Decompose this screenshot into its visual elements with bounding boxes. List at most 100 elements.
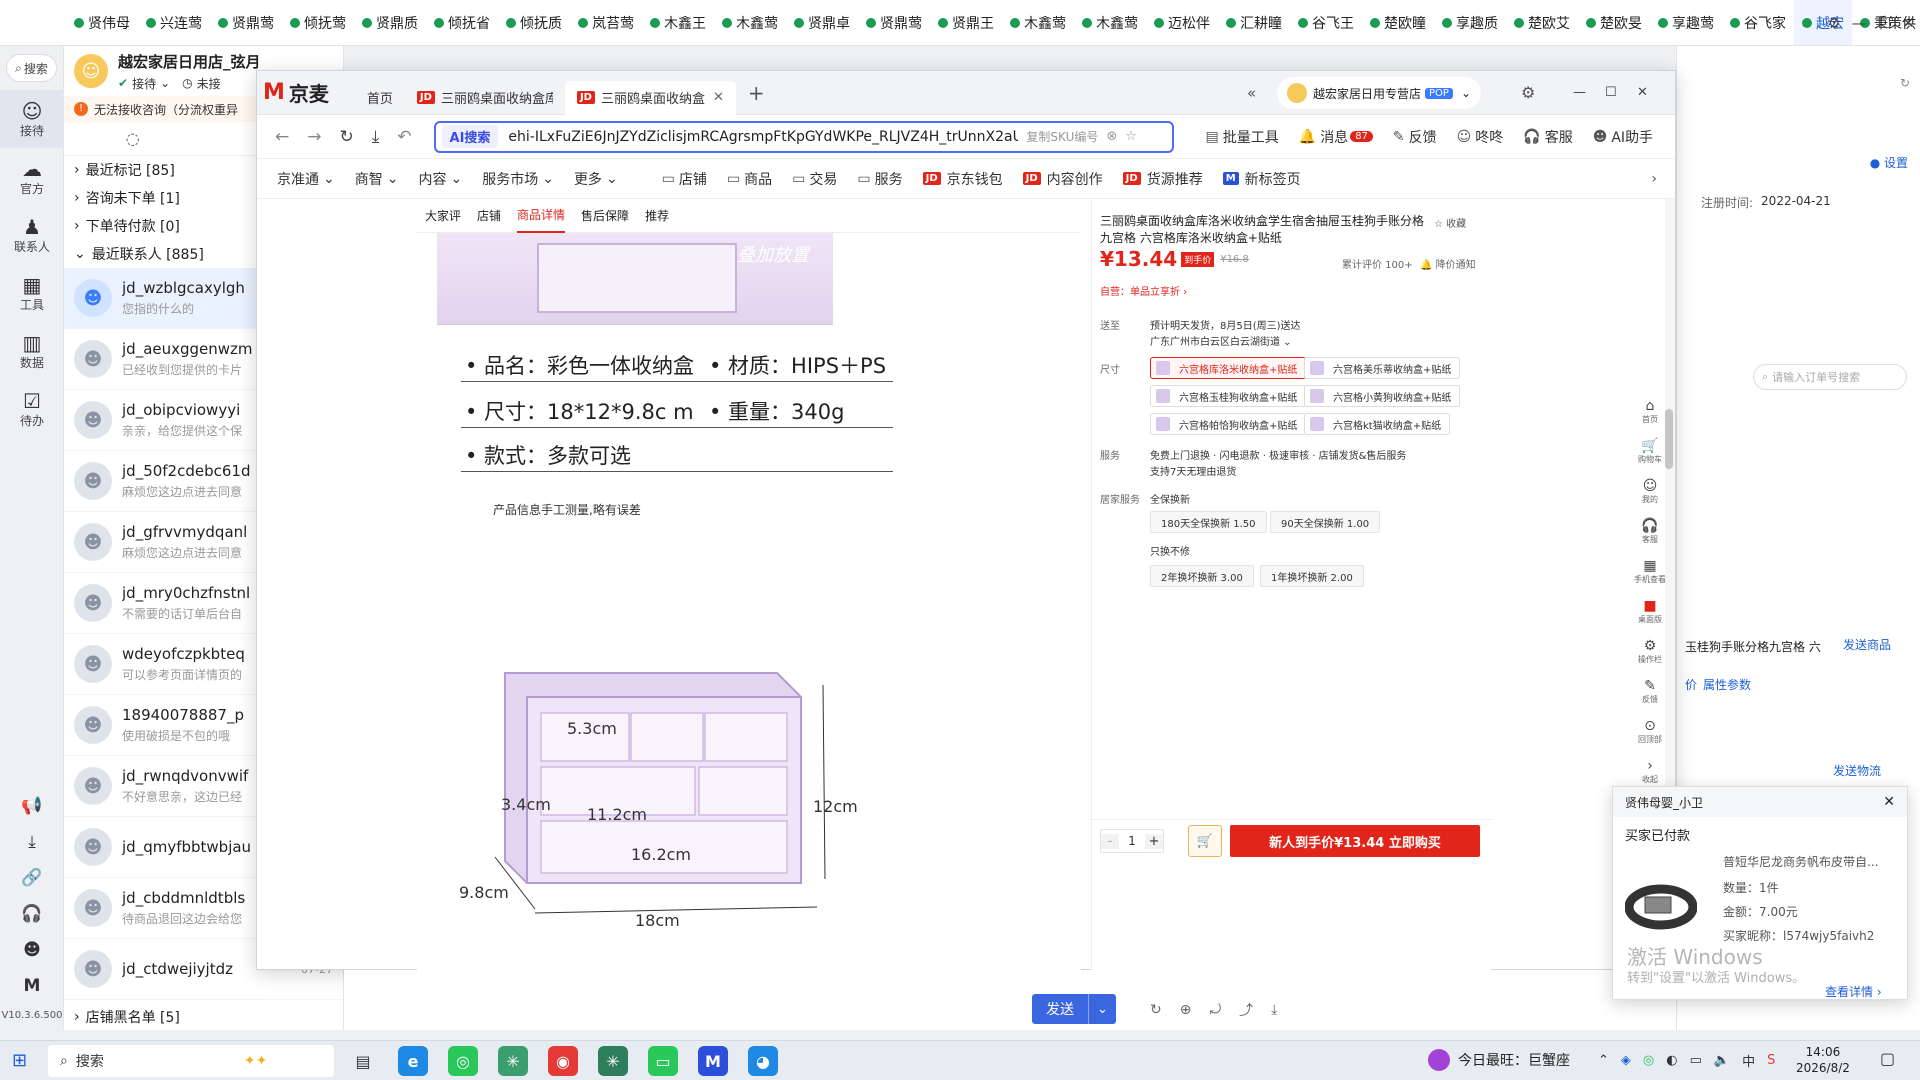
- top-tab[interactable]: 享趣质: [1434, 0, 1506, 45]
- clear-icon[interactable]: ⊗: [1106, 129, 1117, 144]
- menu-dropdown[interactable]: 商智 ⌄: [355, 169, 399, 189]
- top-tab[interactable]: 倾抚莺: [282, 0, 354, 45]
- menu-link[interactable]: ▭ 店铺: [662, 169, 707, 189]
- forward-icon[interactable]: →: [307, 127, 321, 147]
- task-view-icon[interactable]: ▤: [348, 1046, 378, 1076]
- float-side-item[interactable]: ☺ 我的: [1633, 471, 1667, 511]
- chevron-down-icon[interactable]: ⌄: [160, 76, 170, 90]
- group-blacklist[interactable]: › 店铺黑名单 [5]: [64, 1000, 180, 1030]
- vpn-icon[interactable]: ◐: [1666, 1053, 1677, 1068]
- taskbar-search[interactable]: ⌕ 搜索 ✦✦: [48, 1045, 334, 1077]
- top-tab[interactable]: 谷飞王: [1290, 0, 1362, 45]
- belt-image[interactable]: [1624, 867, 1698, 939]
- warranty-option[interactable]: 2年换坏换新 3.00: [1150, 565, 1254, 587]
- sku-option[interactable]: 六宫格美乐蒂收纳盒+贴纸: [1304, 357, 1461, 379]
- menu-dropdown[interactable]: 内容 ⌄: [418, 169, 462, 189]
- toolbar-item[interactable]: ☺ 咚咚: [1457, 127, 1504, 147]
- float-side-item[interactable]: ■ 桌面版: [1633, 591, 1667, 631]
- new-tab-button[interactable]: +: [748, 81, 765, 105]
- store-switcher[interactable]: 越宏家居日用专营店 POP ⌄: [1277, 77, 1482, 109]
- edge-icon[interactable]: e: [398, 1046, 428, 1076]
- quantity-stepper[interactable]: - 1 +: [1100, 829, 1164, 853]
- rail-item[interactable]: ♟ 联系人: [0, 206, 64, 264]
- close-icon[interactable]: ✕: [1883, 794, 1895, 810]
- download-icon[interactable]: ⤓: [28, 832, 36, 852]
- window-tab[interactable]: JD 三丽鸥桌面收纳盒 ✕: [564, 80, 736, 115]
- product-tab[interactable]: 售后保障: [581, 199, 629, 233]
- clock[interactable]: 14:06 2026/8/2: [1796, 1044, 1850, 1076]
- top-tab[interactable]: 汇耕瞳: [1218, 0, 1290, 45]
- float-side-item[interactable]: ⚙ 操作栏: [1633, 631, 1667, 671]
- window-tab[interactable]: 首页: [355, 81, 405, 115]
- jingmai-logo-icon[interactable]: M: [24, 976, 41, 996]
- sku-option[interactable]: 六宫格小黄狗收纳盒+贴纸: [1304, 385, 1461, 407]
- menu-link[interactable]: JD 内容创作: [1022, 169, 1103, 189]
- shop-avatar[interactable]: ☺: [74, 54, 108, 88]
- undo-icon[interactable]: ↶: [397, 127, 411, 147]
- top-tab[interactable]: 贤鼎莺: [858, 0, 930, 45]
- top-tab[interactable]: 贤鼎王: [930, 0, 1002, 45]
- menu-dropdown[interactable]: 京准通 ⌄: [277, 169, 335, 189]
- maximize-icon[interactable]: ☐: [1878, 14, 1891, 32]
- sku-option[interactable]: 六宫格玉桂狗收纳盒+贴纸: [1150, 385, 1307, 407]
- top-tab[interactable]: 享趣莺: [1650, 0, 1722, 45]
- weather-widget[interactable]: 今日最旺：巨蟹座: [1428, 1049, 1570, 1071]
- top-tab[interactable]: 倾抚省: [426, 0, 498, 45]
- price-notify[interactable]: 🔔 降价通知: [1420, 256, 1476, 271]
- headset-icon[interactable]: 🎧: [21, 904, 42, 924]
- warranty-option[interactable]: 1年换坏换新 2.00: [1260, 565, 1364, 587]
- chat-bubble-icon[interactable]: ◌: [126, 129, 140, 148]
- product-tab[interactable]: 商品详情: [517, 199, 566, 233]
- reload-icon[interactable]: ↻: [340, 127, 354, 147]
- settings-icon[interactable]: ⚙: [1827, 14, 1840, 32]
- warranty-option[interactable]: 90天全保换新 1.00: [1270, 511, 1381, 533]
- plus-button[interactable]: +: [1145, 833, 1163, 849]
- refresh-icon[interactable]: ↻: [1900, 76, 1910, 90]
- top-tab[interactable]: 楚欧旻: [1578, 0, 1650, 45]
- float-side-item[interactable]: 🛒 购物车: [1633, 431, 1667, 471]
- float-side-item[interactable]: ⊙ 回顶部: [1633, 711, 1667, 751]
- send-options-icon[interactable]: ⌄: [1088, 994, 1116, 1024]
- toolbar-item[interactable]: 🔔 消息 87: [1299, 127, 1373, 147]
- order-search-input[interactable]: ⌕ 请输入订单号搜索: [1753, 364, 1907, 390]
- link-icon[interactable]: 🔗: [21, 868, 42, 888]
- notification-center-icon[interactable]: ▢: [1880, 1049, 1895, 1068]
- toolbar-item[interactable]: ☻ AI助手: [1593, 127, 1653, 147]
- sku-option[interactable]: 六宫格kt猫收纳盒+贴纸: [1304, 413, 1451, 435]
- chevron-right-icon[interactable]: ›: [1651, 171, 1657, 187]
- app-green-icon[interactable]: ✳: [498, 1046, 528, 1076]
- top-tab[interactable]: 贤鼎质: [354, 0, 426, 45]
- app-star-icon[interactable]: ✳: [598, 1046, 628, 1076]
- top-tab[interactable]: 楚欧艾: [1506, 0, 1578, 45]
- status-other[interactable]: 未接: [197, 75, 221, 92]
- wechat-icon[interactable]: ◎: [448, 1046, 478, 1076]
- top-tab[interactable]: 贤鼎莺: [210, 0, 282, 45]
- top-tab[interactable]: 岚苔莺: [570, 0, 642, 45]
- copy-sku-hint[interactable]: 复制SKU编号: [1026, 128, 1098, 145]
- shipping-address[interactable]: 广东广州市白云区白云湖街道 ⌄: [1150, 333, 1292, 348]
- menu-dropdown[interactable]: 服务市场 ⌄: [482, 169, 554, 189]
- double-chevron-left-icon[interactable]: «: [1247, 84, 1256, 102]
- shield-icon[interactable]: ◈: [1621, 1053, 1631, 1068]
- add-icon[interactable]: ⊕: [1180, 1002, 1192, 1018]
- close-icon[interactable]: ✕: [1902, 14, 1915, 32]
- top-tab[interactable]: 兴连莺: [138, 0, 210, 45]
- top-tab[interactable]: 谷飞家: [1722, 0, 1794, 45]
- cart-icon[interactable]: 🛒: [1188, 825, 1222, 857]
- sogou-icon[interactable]: S: [1767, 1053, 1775, 1068]
- monitor-icon[interactable]: ▭: [1690, 1053, 1702, 1068]
- top-tab[interactable]: 楚欧瞳: [1362, 0, 1434, 45]
- rail-item[interactable]: ▥ 数据: [0, 322, 64, 380]
- rail-item[interactable]: ☁ 官方: [0, 148, 64, 206]
- rail-item[interactable]: ▦ 工具: [0, 264, 64, 322]
- float-side-item[interactable]: 🎧 客服: [1633, 511, 1667, 551]
- float-side-item[interactable]: ▦ 手机查看: [1633, 551, 1667, 591]
- chevron-up-icon[interactable]: ⌃: [1598, 1053, 1609, 1068]
- menu-dropdown[interactable]: 更多 ⌄: [574, 169, 618, 189]
- status-receive[interactable]: 接待: [132, 75, 156, 92]
- app-chat-icon[interactable]: ▭: [648, 1046, 678, 1076]
- download-icon[interactable]: ⤓: [372, 127, 380, 147]
- product-tab[interactable]: 大家评: [425, 199, 461, 233]
- product-tab[interactable]: 推荐: [645, 199, 669, 233]
- warranty-option[interactable]: 180天全保换新 1.50: [1150, 511, 1267, 533]
